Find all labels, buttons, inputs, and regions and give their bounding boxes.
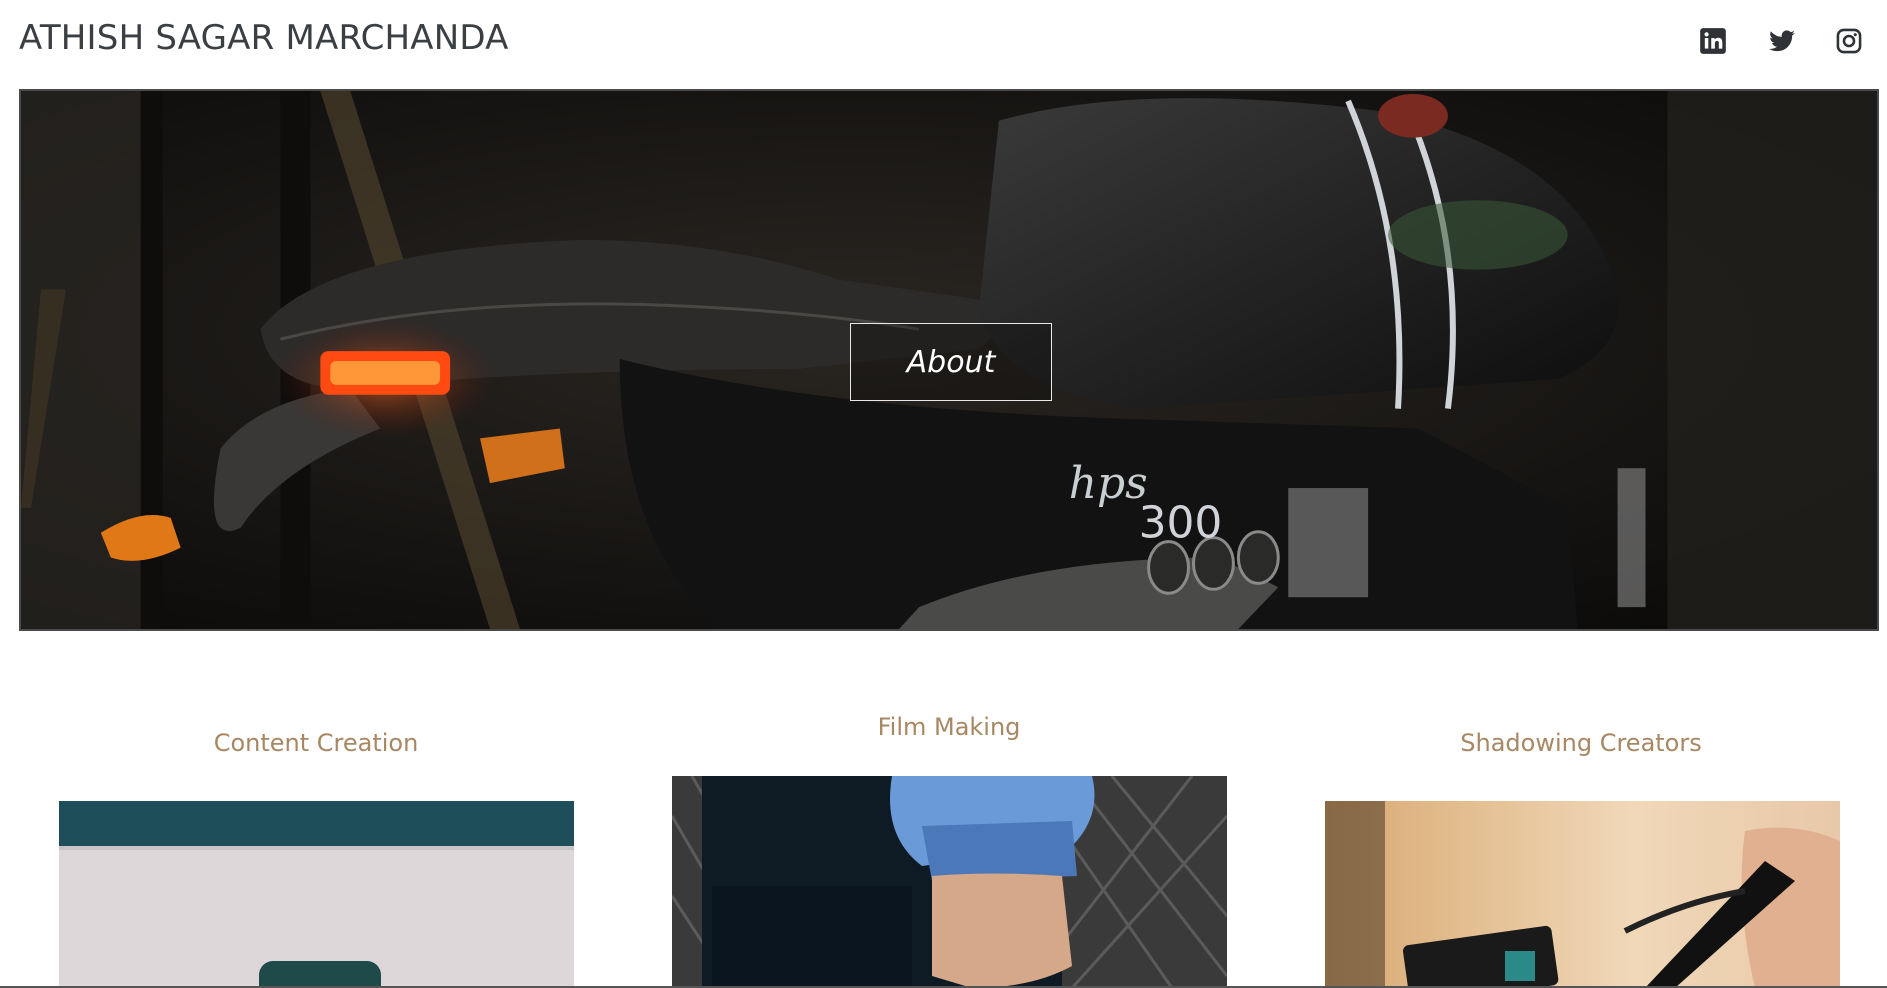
content-creation-image[interactable]	[59, 801, 574, 988]
service-title-content-creation[interactable]: Content Creation	[214, 729, 419, 757]
twitter-icon[interactable]	[1767, 26, 1797, 56]
svg-text:300: 300	[1139, 498, 1223, 549]
svg-text:hps: hps	[1069, 458, 1148, 509]
page: ATHISH SAGAR MARCHANDA hps 300 About Con…	[0, 0, 1887, 988]
site-header: ATHISH SAGAR MARCHANDA	[0, 0, 1887, 88]
service-title-film-making[interactable]: Film Making	[878, 713, 1021, 741]
service-title-shadowing-creators[interactable]: Shadowing Creators	[1460, 729, 1701, 757]
instagram-icon[interactable]	[1834, 26, 1864, 56]
site-title[interactable]: ATHISH SAGAR MARCHANDA	[19, 18, 509, 58]
shadowing-creators-image[interactable]	[1325, 801, 1840, 988]
about-button[interactable]: About	[850, 323, 1052, 401]
film-making-image[interactable]	[672, 776, 1227, 988]
linkedin-icon[interactable]	[1698, 26, 1728, 56]
hero-banner: hps 300 About	[19, 89, 1879, 631]
